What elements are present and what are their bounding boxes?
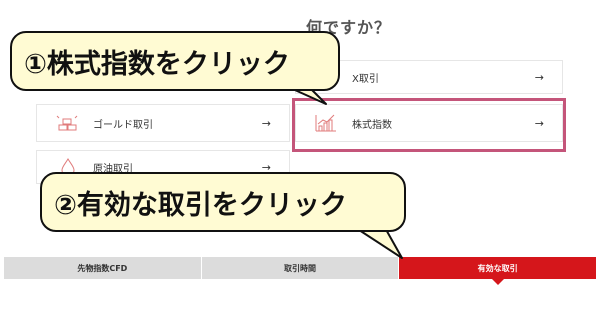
arrow-right-icon: → [534,70,544,84]
callout-step-1: ①株式指数をクリック [10,31,340,91]
callout-step-2: ②有効な取引をクリック [40,172,406,232]
card-gold-label: ゴールド取引 [93,119,153,131]
tab-trading-hours[interactable]: 取引時間 [201,257,400,279]
tab-active-trades[interactable]: 有効な取引 [399,257,597,285]
arrow-right-icon: → [261,116,271,130]
tab-bar: 先物指数CFD 取引時間 有効な取引 [4,257,597,285]
tab-futures-index-cfd[interactable]: 先物指数CFD [4,257,202,279]
card-gold[interactable]: ゴールド取引 → [36,104,290,142]
gold-icon [56,115,78,131]
highlight-box [292,98,566,152]
card-fx-label: X取引 [352,73,379,85]
